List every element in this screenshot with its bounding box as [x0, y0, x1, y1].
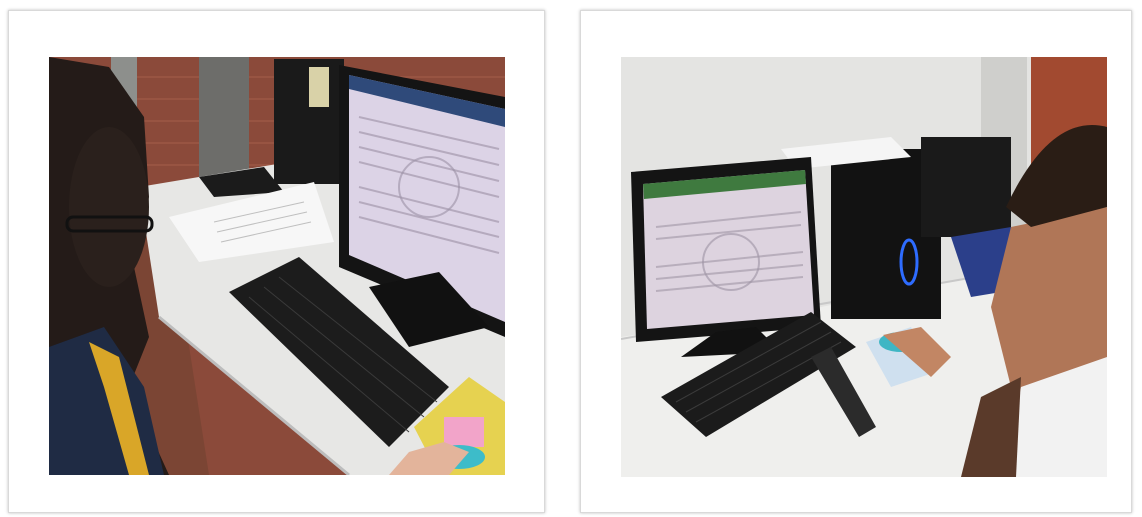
- photo-left-illustration: [49, 57, 505, 475]
- photo-frame-left: [8, 10, 545, 513]
- classroom-photo-right: [621, 57, 1107, 477]
- photo-frame-right: [580, 10, 1132, 513]
- classroom-photo-left: [49, 57, 505, 475]
- photo-right-illustration: [621, 57, 1107, 477]
